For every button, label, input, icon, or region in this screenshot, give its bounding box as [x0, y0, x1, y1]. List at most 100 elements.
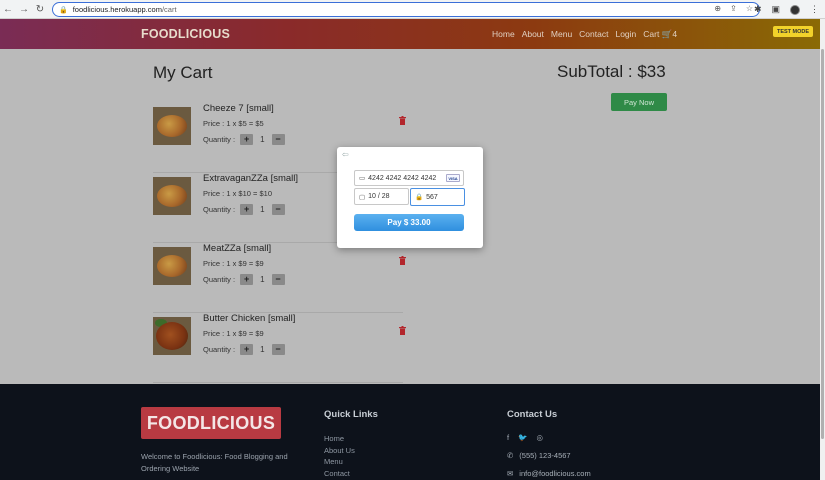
nav-login[interactable]: Login [615, 29, 636, 40]
footer-link-menu[interactable]: Menu [324, 456, 355, 468]
back-arrow-icon[interactable]: ← [0, 0, 16, 19]
bookmark-star-icon[interactable]: ☆ [746, 4, 753, 13]
quick-links-heading: Quick Links [324, 409, 378, 420]
visa-card-icon: VISA [446, 174, 460, 182]
increase-quantity-button[interactable]: + [240, 134, 254, 145]
social-links: f 🐦 ◎ [507, 433, 543, 442]
profile-avatar[interactable] [790, 4, 800, 15]
quantity-value: 1 [260, 275, 265, 284]
lock-icon: 🔒 [59, 6, 68, 14]
item-price: Price : 1 x $9 = $9 [203, 259, 264, 268]
nav-about[interactable]: About [522, 29, 544, 40]
quantity-control: Quantity : + 1 − [203, 134, 285, 145]
decrease-quantity-button[interactable]: − [271, 204, 285, 215]
site-header: FOODLICIOUS Home About Menu Contact Logi… [0, 19, 820, 49]
payment-modal: ⇦ ▭ 4242 4242 4242 4242 VISA ▢ 10 / 28 🔒… [337, 147, 483, 248]
quantity-label: Quantity : [203, 275, 236, 284]
scrollbar-thumb[interactable] [821, 49, 824, 439]
footer-link-contact[interactable]: Contact [324, 468, 355, 480]
quantity-label: Quantity : [203, 345, 236, 354]
contact-phone: ✆ (555) 123-4567 [507, 451, 571, 460]
reload-icon[interactable]: ↻ [32, 0, 48, 19]
nav-contact[interactable]: Contact [579, 29, 608, 40]
increase-quantity-button[interactable]: + [240, 204, 254, 215]
footer-welcome-text: Welcome to Foodlicious: Food Blogging an… [141, 452, 288, 473]
url-host: foodlicious.herokuapp.com [72, 5, 162, 14]
twitter-icon[interactable]: 🐦 [518, 433, 527, 442]
curry-image [153, 317, 191, 355]
facebook-icon[interactable]: f [507, 433, 509, 442]
quantity-label: Quantity : [203, 205, 236, 214]
trash-icon[interactable] [399, 256, 406, 265]
expiry-field[interactable]: ▢ 10 / 28 [354, 188, 409, 205]
footer-logo[interactable]: FOODLICIOUS [141, 407, 281, 439]
cart-icon: 🛒 [661, 29, 673, 39]
cart-item: MeatZZa [small] Price : 1 x $9 = $9 Quan… [153, 243, 406, 313]
side-panel-icon[interactable]: ▣ [771, 4, 780, 15]
cvc-value: 567 [426, 193, 438, 201]
brand-logo[interactable]: FOODLICIOUS [141, 27, 230, 41]
quantity-value: 1 [260, 205, 265, 214]
subtotal: SubTotal : $33 [557, 62, 666, 81]
test-mode-badge: TEST MODE [773, 26, 813, 37]
decrease-quantity-button[interactable]: − [271, 274, 285, 285]
phone-icon: ✆ [507, 451, 514, 460]
extensions-icon[interactable]: ✱ [754, 4, 762, 15]
address-bar[interactable]: 🔒 foodlicious.herokuapp.com/cart ⊕ ⇪ ☆ [52, 2, 760, 17]
browser-toolbar: ← → ↻ 🔒 foodlicious.herokuapp.com/cart ⊕… [0, 0, 825, 19]
share-icon[interactable]: ⇪ [730, 4, 737, 13]
mail-icon: ✉ [507, 469, 514, 478]
pay-button[interactable]: Pay $ 33.00 [354, 214, 464, 231]
credit-card-icon: ▭ [359, 175, 366, 182]
footer-link-about[interactable]: About Us [324, 445, 355, 457]
contact-email: ✉ info@foodlicious.com [507, 469, 591, 478]
forward-arrow-icon[interactable]: → [16, 0, 32, 19]
cart-count: 4 [672, 29, 678, 39]
cvc-field[interactable]: 🔒 567 [410, 188, 465, 206]
main-nav: Home About Menu Contact Login Cart 🛒4 [492, 29, 677, 40]
card-number-field[interactable]: ▭ 4242 4242 4242 4242 VISA [354, 170, 464, 186]
card-number-value: 4242 4242 4242 4242 [368, 174, 437, 182]
google-lens-icon[interactable]: ⊕ [714, 4, 721, 13]
trash-icon[interactable] [399, 116, 406, 125]
pizza-image [153, 247, 191, 285]
quick-links-list: Home About Us Menu Contact [324, 433, 355, 480]
decrease-quantity-button[interactable]: − [271, 344, 285, 355]
browser-menu-icon[interactable]: ⋮ [810, 4, 819, 15]
item-price: Price : 1 x $9 = $9 [203, 329, 264, 338]
quantity-value: 1 [260, 345, 265, 354]
item-name: ExtravaganZZa [small] [203, 173, 299, 184]
email-address[interactable]: info@foodlicious.com [519, 469, 590, 478]
increase-quantity-button[interactable]: + [240, 274, 254, 285]
expiry-value: 10 / 28 [368, 193, 390, 200]
page-title: My Cart [153, 63, 213, 82]
lock-icon: 🔒 [415, 194, 424, 201]
quantity-control: Quantity : + 1 − [203, 204, 285, 215]
nav-cart[interactable]: Cart 🛒4 [643, 29, 677, 40]
quantity-control: Quantity : + 1 − [203, 274, 285, 285]
item-name: MeatZZa [small] [203, 243, 272, 254]
quantity-label: Quantity : [203, 135, 236, 144]
item-price: Price : 1 x $10 = $10 [203, 189, 273, 198]
cart-item: Butter Chicken [small] Price : 1 x $9 = … [153, 313, 406, 383]
calendar-icon: ▢ [359, 193, 366, 201]
quantity-value: 1 [260, 135, 265, 144]
pizza-image [153, 177, 191, 215]
nav-cart-label: Cart [643, 29, 660, 39]
instagram-icon[interactable]: ◎ [536, 433, 543, 442]
page-scrollbar[interactable] [820, 19, 825, 480]
trash-icon[interactable] [399, 326, 406, 335]
back-arrow-icon[interactable]: ⇦ [342, 150, 349, 159]
site-footer: FOODLICIOUS Welcome to Foodlicious: Food… [0, 384, 820, 480]
increase-quantity-button[interactable]: + [240, 344, 254, 355]
item-name: Cheeze 7 [small] [203, 103, 274, 114]
item-name: Butter Chicken [small] [203, 313, 296, 324]
decrease-quantity-button[interactable]: − [271, 134, 285, 145]
footer-link-home[interactable]: Home [324, 433, 355, 445]
pay-now-button[interactable]: Pay Now [611, 93, 667, 111]
nav-home[interactable]: Home [492, 29, 515, 40]
pizza-image [153, 107, 191, 145]
nav-menu[interactable]: Menu [551, 29, 572, 40]
phone-number: (555) 123-4567 [519, 451, 571, 460]
contact-heading: Contact Us [507, 409, 558, 420]
